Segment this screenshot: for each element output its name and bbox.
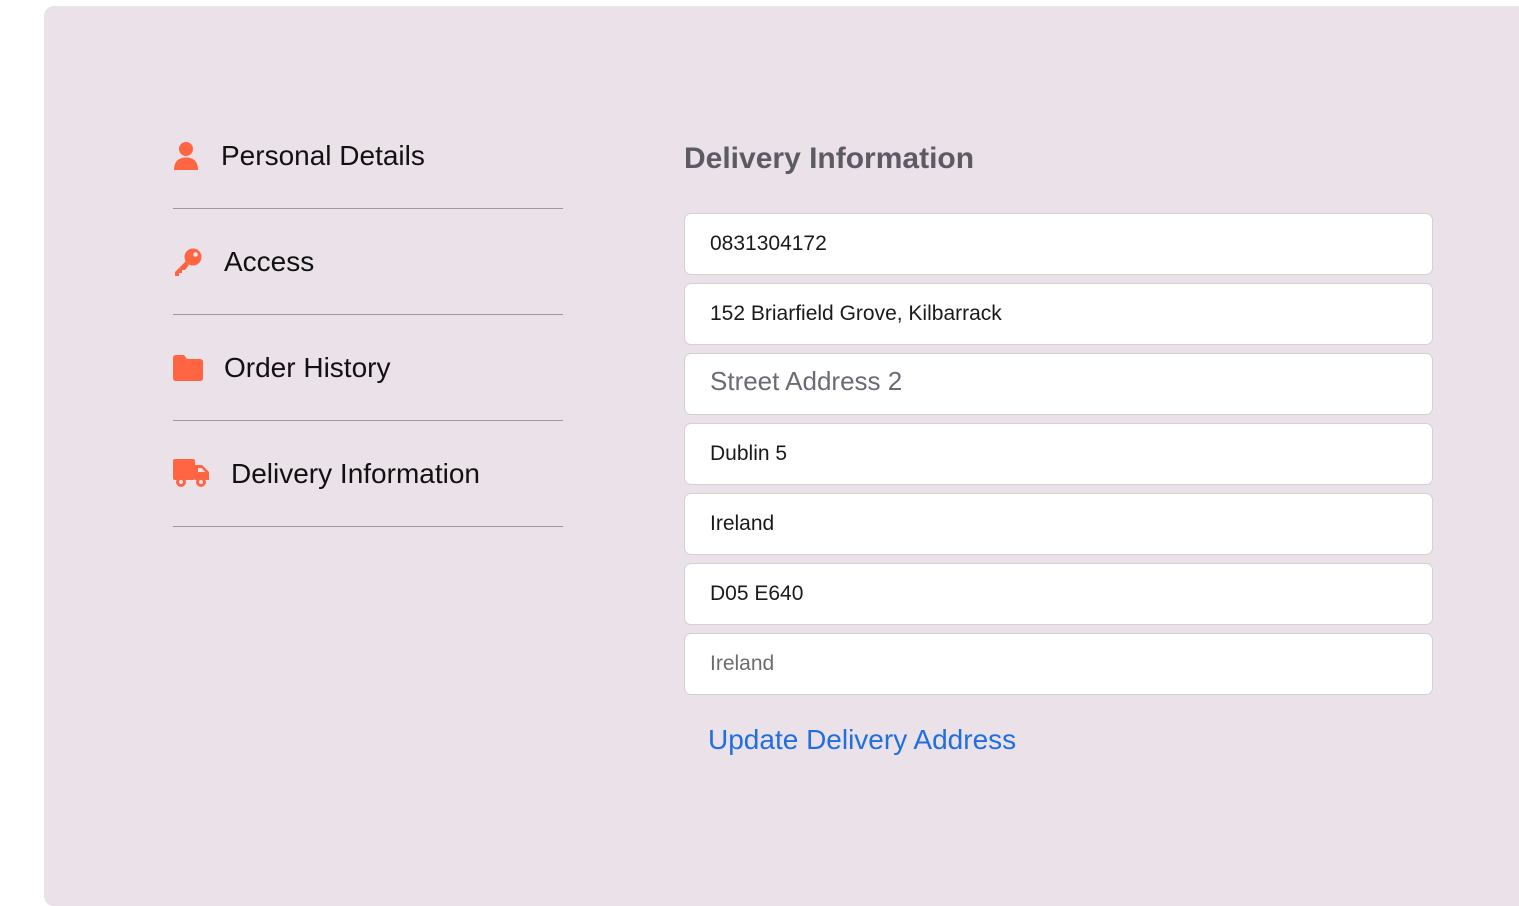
account-sidebar: Personal Details Access Order History De… [173,103,563,527]
folder-icon [173,354,203,381]
sidebar-item-personal-details[interactable]: Personal Details [173,103,563,209]
street-address-1-field[interactable] [684,283,1433,345]
sidebar-item-label: Order History [224,351,391,383]
sidebar-item-access[interactable]: Access [173,209,563,315]
sidebar-item-label: Personal Details [221,139,425,171]
sidebar-item-label: Delivery Information [231,457,480,489]
delivery-information-section: Delivery Information Update Delivery Add… [684,137,1433,755]
city-field[interactable] [684,423,1433,485]
street-address-2-field[interactable] [684,353,1433,415]
key-icon [173,247,203,277]
update-delivery-address-button[interactable]: Update Delivery Address [708,724,1016,756]
sidebar-item-order-history[interactable]: Order History [173,315,563,421]
delivery-form [684,213,1433,703]
page-title: Delivery Information [684,142,975,175]
user-icon [173,141,199,171]
phone-field[interactable] [684,213,1433,275]
postcode-field[interactable] [684,563,1433,625]
sidebar-item-delivery-information[interactable]: Delivery Information [173,421,563,527]
sidebar-item-label: Access [224,245,315,277]
country-field[interactable] [684,633,1433,695]
truck-icon [173,458,209,489]
county-field[interactable] [684,493,1433,555]
